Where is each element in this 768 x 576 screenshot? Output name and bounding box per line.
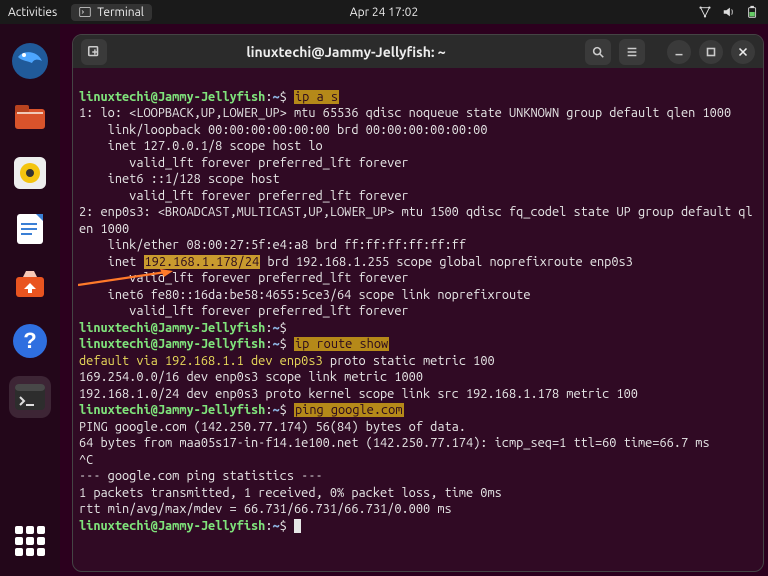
prompt-path: ~ (273, 519, 280, 533)
out-line: valid_lft forever preferred_lft forever (79, 304, 409, 318)
out-line: inet6 ::1/128 scope host (79, 172, 280, 186)
out-line: 1: lo: <LOOPBACK,UP,LOWER_UP> mtu 65536 … (79, 106, 731, 120)
activities-button[interactable]: Activities (8, 6, 57, 19)
terminal-icon (10, 377, 50, 417)
command-ipas: ip a s (294, 90, 339, 104)
writer-icon (10, 209, 50, 249)
prompt-path: ~ (273, 321, 280, 335)
prompt-user: linuxtechi@Jammy-Jellyfish (79, 519, 265, 533)
volume-icon (722, 5, 736, 19)
command-iproute: ip route show (294, 337, 389, 351)
out-line: link/loopback 00:00:00:00:00:00 brd 00:0… (79, 123, 487, 137)
gnome-topbar: Activities Terminal Apr 24 17:02 (0, 0, 768, 24)
out-line: valid_lft forever preferred_lft forever (79, 189, 409, 203)
prompt-sep: : (265, 337, 272, 351)
dock-help[interactable]: ? (9, 320, 51, 362)
out-line: valid_lft forever preferred_lft forever (79, 156, 409, 170)
topbar-app-indicator[interactable]: Terminal (71, 4, 152, 21)
out-line: PING google.com (142.250.77.174) 56(84) … (79, 420, 466, 434)
window-titlebar[interactable]: linuxtechi@Jammy-Jellyfish: ~ (73, 35, 763, 68)
network-icon (698, 5, 712, 19)
dock-show-applications[interactable] (9, 520, 51, 562)
software-icon (10, 265, 50, 305)
prompt-symbol: $ (280, 337, 287, 351)
svg-text:?: ? (23, 328, 36, 353)
prompt-user: linuxtechi@Jammy-Jellyfish (79, 321, 265, 335)
prompt-user: linuxtechi@Jammy-Jellyfish (79, 90, 265, 104)
rhythmbox-icon (10, 153, 50, 193)
prompt-sep: : (265, 403, 272, 417)
hamburger-menu-button[interactable] (619, 39, 645, 65)
prompt-path: ~ (273, 90, 280, 104)
prompt-path: ~ (273, 403, 280, 417)
search-button[interactable] (585, 39, 611, 65)
terminal-window: linuxtechi@Jammy-Jellyfish: ~ linuxtechi… (72, 34, 764, 572)
battery-icon (746, 5, 760, 19)
maximize-button[interactable] (699, 40, 723, 64)
out-line: rtt min/avg/max/mdev = 66.731/66.731/66.… (79, 502, 452, 516)
prompt-sep: : (265, 321, 272, 335)
cursor (294, 519, 301, 533)
out-line: 169.254.0.0/16 dev enp0s3 scope link met… (79, 370, 423, 384)
dock-software[interactable] (9, 264, 51, 306)
topbar-app-label: Terminal (97, 6, 144, 19)
out-line: 1 packets transmitted, 1 received, 0% pa… (79, 486, 502, 500)
prompt-path: ~ (273, 337, 280, 351)
files-icon (10, 97, 50, 137)
clock[interactable]: Apr 24 17:02 (350, 6, 418, 19)
topbar-system-tray[interactable] (698, 5, 760, 19)
thunderbird-icon (10, 41, 50, 81)
dock-terminal[interactable] (9, 376, 51, 418)
prompt-user: linuxtechi@Jammy-Jellyfish (79, 337, 265, 351)
out-line: --- google.com ping statistics --- (79, 469, 323, 483)
terminal-body[interactable]: linuxtechi@Jammy-Jellyfish:~$ ip a s 1: … (73, 68, 763, 571)
prompt-symbol: $ (280, 90, 287, 104)
prompt-user: linuxtechi@Jammy-Jellyfish (79, 403, 265, 417)
out-line: link/ether 08:00:27:5f:e4:a8 brd ff:ff:f… (79, 238, 466, 252)
dock-libreoffice-writer[interactable] (9, 208, 51, 250)
ip-address-highlight: 192.168.1.178/24 (144, 255, 261, 269)
out-line: inet 127.0.0.1/8 scope host lo (79, 139, 323, 153)
out-line: default via 192.168.1.1 dev enp0s3 proto… (79, 354, 495, 368)
out-line: ^C (79, 453, 93, 467)
out-line: valid_lft forever preferred_lft forever (79, 271, 409, 285)
prompt-symbol: $ (280, 519, 287, 533)
dock-files[interactable] (9, 96, 51, 138)
apps-grid-icon (15, 526, 45, 556)
out-line: inet 192.168.1.178/24 brd 192.168.1.255 … (79, 255, 633, 269)
window-title: linuxtechi@Jammy-Jellyfish: ~ (115, 44, 577, 60)
dock-rhythmbox[interactable] (9, 152, 51, 194)
out-line: 192.168.1.0/24 dev enp0s3 proto kernel s… (79, 387, 638, 401)
close-button[interactable] (731, 40, 755, 64)
terminal-icon (79, 6, 91, 18)
out-line: inet6 fe80::16da:be58:4655:5ce3/64 scope… (79, 288, 530, 302)
help-icon: ? (10, 321, 50, 361)
prompt-symbol: $ (280, 403, 287, 417)
prompt-sep: : (265, 519, 272, 533)
prompt-sep: : (265, 90, 272, 104)
new-tab-button[interactable] (81, 39, 107, 65)
dock-thunderbird[interactable] (9, 40, 51, 82)
minimize-button[interactable] (667, 40, 691, 64)
out-line: 2: enp0s3: <BROADCAST,MULTICAST,UP,LOWER… (79, 205, 753, 236)
prompt-symbol: $ (280, 321, 287, 335)
out-line: 64 bytes from maa05s17-in-f14.1e100.net … (79, 436, 710, 450)
command-ping: ping google.com (294, 403, 404, 417)
dock: ? (0, 24, 60, 576)
